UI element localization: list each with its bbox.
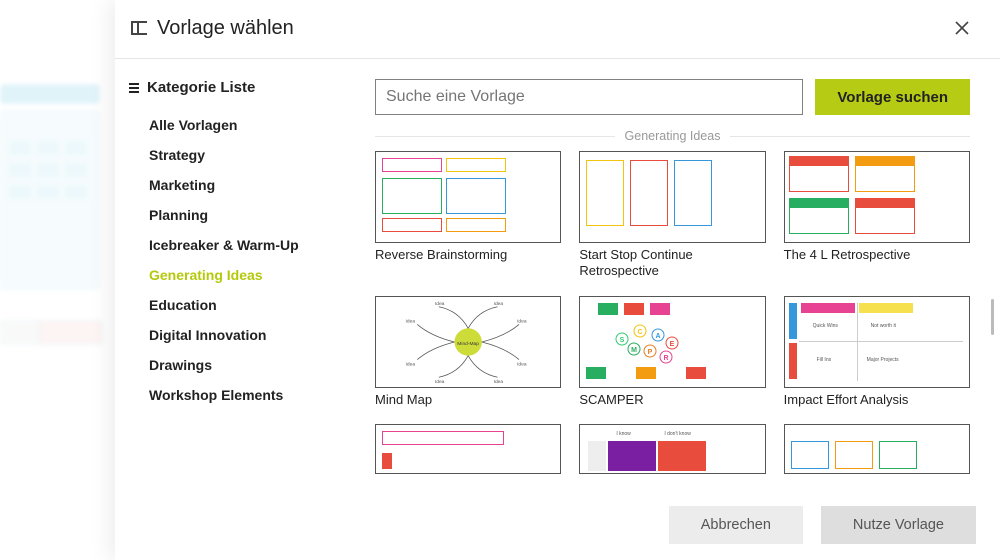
category-sidebar: Kategorie Liste Alle Vorlagen Strategy M… [115, 59, 375, 492]
sidebar-title: Kategorie Liste [147, 79, 255, 96]
category-item-education[interactable]: Education [149, 290, 361, 320]
template-card[interactable] [784, 424, 970, 478]
svg-text:Idea: Idea [494, 300, 504, 306]
template-thumb [784, 151, 970, 243]
svg-text:Mind-Map: Mind-Map [457, 340, 479, 346]
template-label: The 4 L Retrospective [784, 247, 970, 263]
category-list: Alle Vorlagen Strategy Marketing Plannin… [129, 110, 361, 410]
category-item-all[interactable]: Alle Vorlagen [149, 110, 361, 140]
template-card[interactable] [375, 424, 561, 478]
category-item-icebreaker[interactable]: Icebreaker & Warm-Up [149, 230, 361, 260]
search-input[interactable] [375, 79, 803, 115]
template-thumb [375, 424, 561, 474]
section-title: Generating Ideas [625, 129, 721, 143]
template-card[interactable]: Reverse Brainstorming [375, 151, 561, 280]
svg-text:E: E [670, 341, 675, 348]
svg-text:P: P [648, 349, 653, 356]
svg-text:Idea: Idea [517, 361, 527, 367]
svg-text:A: A [656, 333, 661, 340]
svg-text:Idea: Idea [435, 300, 445, 306]
template-label: Impact Effort Analysis [784, 392, 970, 408]
template-label: SCAMPER [579, 392, 765, 408]
template-grid: Reverse Brainstorming Start Stop Continu… [375, 151, 970, 478]
svg-text:Idea: Idea [517, 318, 527, 324]
template-thumb: S C A E R P M [579, 296, 765, 388]
svg-text:Idea: Idea [435, 379, 445, 385]
list-icon [129, 83, 139, 93]
search-button[interactable]: Vorlage suchen [815, 79, 970, 115]
template-label: Start Stop Continue Retrospective [579, 247, 765, 280]
svg-text:R: R [664, 355, 669, 362]
close-icon [955, 21, 969, 35]
dialog-title: Vorlage wählen [157, 17, 294, 40]
template-card[interactable]: Mind-Map Idea Idea Idea Idea [375, 296, 561, 408]
scrollbar[interactable] [991, 299, 994, 335]
dialog-header: Vorlage wählen [115, 0, 1000, 59]
category-item-workshop-elements[interactable]: Workshop Elements [149, 380, 361, 410]
svg-text:Idea: Idea [406, 361, 416, 367]
main-area: Vorlage suchen Generating Ideas [375, 59, 1000, 492]
svg-text:M: M [631, 347, 637, 354]
template-thumb: Mind-Map Idea Idea Idea Idea [375, 296, 561, 388]
template-dialog: Vorlage wählen Kategorie Liste Alle Vorl… [115, 0, 1000, 560]
svg-text:Idea: Idea [406, 318, 416, 324]
template-card[interactable]: Start Stop Continue Retrospective [579, 151, 765, 280]
template-label: Mind Map [375, 392, 561, 408]
template-card[interactable]: S C A E R P M [579, 296, 765, 408]
template-label: Reverse Brainstorming [375, 247, 561, 263]
dialog-footer: Abbrechen Nutze Vorlage [115, 492, 1000, 560]
close-button[interactable] [948, 14, 976, 42]
template-card[interactable]: I know I don't know [579, 424, 765, 478]
template-card[interactable]: The 4 L Retrospective [784, 151, 970, 280]
template-thumb [784, 424, 970, 474]
section-header: Generating Ideas [375, 129, 996, 151]
svg-text:Idea: Idea [494, 379, 504, 385]
category-item-drawings[interactable]: Drawings [149, 350, 361, 380]
search-row: Vorlage suchen [375, 59, 996, 129]
template-thumb: I know I don't know [579, 424, 765, 474]
svg-text:C: C [638, 329, 643, 336]
layout-icon [131, 21, 147, 35]
category-item-marketing[interactable]: Marketing [149, 170, 361, 200]
category-item-digital-innovation[interactable]: Digital Innovation [149, 320, 361, 350]
use-template-button[interactable]: Nutze Vorlage [821, 506, 976, 544]
category-item-generating-ideas[interactable]: Generating Ideas [149, 260, 361, 290]
cancel-button[interactable]: Abbrechen [669, 506, 803, 544]
template-thumb [579, 151, 765, 243]
template-card[interactable]: Quick Wins Not worth it Fill Ins Major P… [784, 296, 970, 408]
template-thumb [375, 151, 561, 243]
category-item-strategy[interactable]: Strategy [149, 140, 361, 170]
category-item-planning[interactable]: Planning [149, 200, 361, 230]
template-thumb: Quick Wins Not worth it Fill Ins Major P… [784, 296, 970, 388]
svg-text:S: S [620, 337, 625, 344]
